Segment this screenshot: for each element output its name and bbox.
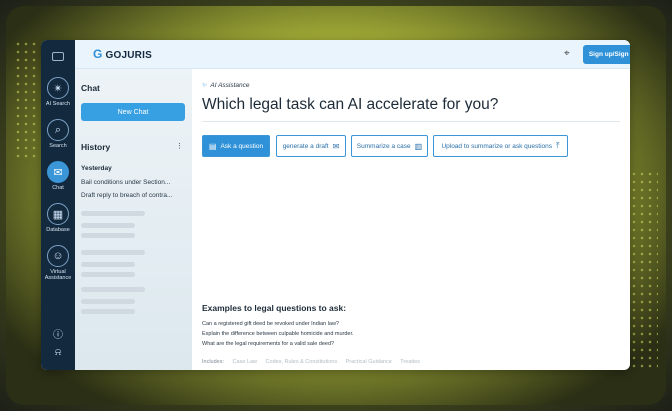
- loading-placeholder: [81, 233, 135, 238]
- rail-item-search[interactable]: ⌕ Search: [41, 119, 75, 149]
- includes-label: Includes:: [202, 359, 225, 365]
- rail-label: AI Search: [45, 101, 71, 107]
- history-title: History: [81, 142, 111, 152]
- sidebar-title: Chat: [81, 83, 100, 93]
- new-chat-button[interactable]: New Chat: [81, 103, 185, 121]
- rail-label: Virtual Assistance: [44, 269, 72, 281]
- app-window: ✴ AI Search ⌕ Search ✉ Chat ▦ Database ☺…: [41, 40, 630, 370]
- loading-placeholder: [81, 299, 135, 304]
- chip-label: Upload to summarize or ask questions: [441, 142, 552, 150]
- rail-label: Database: [46, 227, 70, 233]
- logo-text: GOJURIS: [105, 50, 152, 61]
- ai-assistance-label: ✨︎ AI Assistance: [202, 82, 250, 90]
- upload-icon: ⤒: [556, 141, 560, 150]
- chat-sidebar: Chat New Chat History ⋮ Yesterday Bail c…: [75, 69, 192, 370]
- ai-assistance-text: AI Assistance: [210, 82, 250, 89]
- main-content: ✨︎ AI Assistance Which legal task can AI …: [192, 69, 630, 370]
- includes-item[interactable]: Case Law: [233, 359, 257, 365]
- example-question[interactable]: Can a registered gift deed be revoked un…: [202, 321, 339, 327]
- rail-label: Search: [49, 143, 67, 149]
- summarize-case-button[interactable]: Summarize a case ▥: [351, 135, 428, 157]
- includes-row: Includes: Case Law Codes, Rules & Consti…: [202, 359, 427, 365]
- includes-item[interactable]: Practical Guidance: [346, 359, 392, 365]
- ask-question-button[interactable]: ▤ Ask a question: [202, 135, 270, 157]
- collapse-sidebar-icon[interactable]: [52, 52, 64, 61]
- chat-icon: ✉: [47, 161, 69, 183]
- chat-icon: ▤: [208, 141, 217, 151]
- logo-mark: G: [93, 47, 103, 61]
- chip-label: generate a draft: [282, 142, 329, 150]
- chip-label: Summarize a case: [356, 142, 411, 150]
- mail-icon: ✉: [332, 141, 340, 151]
- search-icon: ⌕: [47, 119, 69, 141]
- virtual-assistance-icon: ☺: [47, 245, 69, 267]
- loading-placeholder: [81, 272, 135, 277]
- generate-draft-button[interactable]: generate a draft ✉: [276, 135, 346, 157]
- includes-item[interactable]: Codes, Rules & Constitutions: [266, 359, 338, 365]
- rail-label: Chat: [52, 185, 64, 191]
- loading-placeholder: [81, 309, 135, 314]
- top-header: G GOJURIS ⌖ Sign up/Sign In: [75, 40, 630, 69]
- chip-label: Ask a question: [220, 142, 264, 150]
- loading-placeholder: [81, 223, 135, 228]
- database-icon: ▦: [47, 203, 69, 225]
- loading-placeholder: [81, 262, 135, 267]
- sign-in-button[interactable]: Sign up/Sign In: [583, 45, 630, 64]
- page-title: Which legal task can AI accelerate for y…: [202, 96, 499, 113]
- sparkle-icon: ✨︎: [202, 82, 208, 89]
- decorative-dots: [14, 40, 38, 160]
- examples-title: Examples to legal questions to ask:: [202, 303, 347, 313]
- pin-icon[interactable]: ⌖: [564, 48, 570, 59]
- history-more-icon[interactable]: ⋮: [176, 142, 183, 150]
- gojuris-logo[interactable]: G GOJURIS: [93, 47, 152, 61]
- left-rail: ✴ AI Search ⌕ Search ✉ Chat ▦ Database ☺…: [41, 40, 75, 370]
- notification-bell-icon[interactable]: ⍾: [41, 347, 75, 358]
- loading-placeholder: [81, 211, 145, 216]
- divider: [202, 121, 620, 122]
- document-icon: ▥: [414, 141, 423, 151]
- loading-placeholder: [81, 287, 145, 292]
- history-item[interactable]: Draft reply to breach of contra...: [81, 192, 172, 199]
- example-question[interactable]: Explain the difference between culpable …: [202, 331, 354, 337]
- rail-item-ai-search[interactable]: ✴ AI Search: [41, 77, 75, 107]
- info-icon[interactable]: ⓘ: [41, 326, 75, 341]
- history-item[interactable]: Bail conditions under Section...: [81, 179, 170, 186]
- upload-document-button[interactable]: Upload to summarize or ask questions ⤒: [433, 135, 568, 157]
- rail-item-chat[interactable]: ✉ Chat: [41, 161, 75, 191]
- rail-item-virtual-assistance[interactable]: ☺ Virtual Assistance: [41, 245, 75, 281]
- history-group-label: Yesterday: [81, 165, 112, 172]
- example-question[interactable]: What are the legal requirements for a va…: [202, 341, 334, 347]
- rail-item-database[interactable]: ▦ Database: [41, 203, 75, 233]
- includes-item[interactable]: Treaties: [400, 359, 420, 365]
- loading-placeholder: [81, 250, 145, 255]
- ai-search-icon: ✴: [47, 77, 69, 99]
